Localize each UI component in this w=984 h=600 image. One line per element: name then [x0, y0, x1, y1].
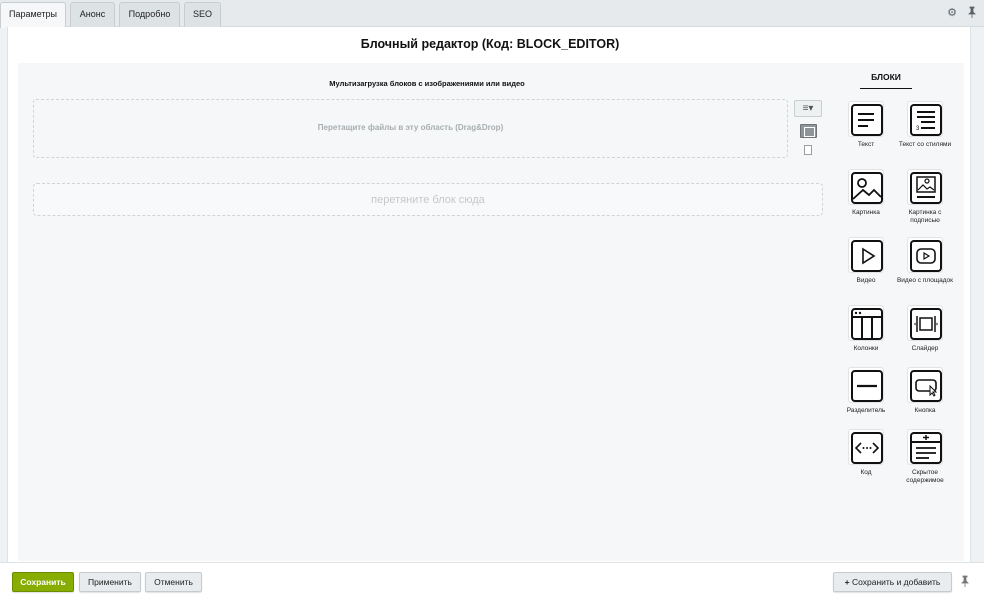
tab-parameters[interactable]: Параметры: [0, 2, 66, 28]
divider-icon: [848, 367, 884, 403]
code-icon: [848, 429, 884, 465]
file-mode-icon[interactable]: [804, 145, 812, 155]
apply-button[interactable]: Применить: [79, 572, 141, 592]
file-dropzone[interactable]: Перетащите файлы в эту область (Drag&Dro…: [33, 99, 788, 158]
block-button[interactable]: Кнопка: [894, 367, 956, 415]
save-button[interactable]: Сохранить: [12, 572, 74, 592]
cancel-button[interactable]: Отменить: [145, 572, 202, 592]
menu-dropdown-icon[interactable]: ≡▾: [794, 100, 822, 117]
block-styled-text[interactable]: 3 Текст со стилями: [894, 101, 956, 149]
block-drop-area[interactable]: перетяните блок сюда: [33, 183, 823, 216]
block-video[interactable]: Видео: [835, 237, 897, 285]
block-code[interactable]: Код: [835, 429, 897, 477]
editor-frame: Блочный редактор (Код: BLOCK_EDITOR) Мул…: [7, 27, 971, 562]
svg-text:3: 3: [916, 126, 920, 132]
video-platform-icon: [907, 237, 943, 273]
slider-icon: [907, 305, 943, 341]
dropzone-text: Перетащите файлы в эту область (Drag&Dro…: [317, 123, 504, 132]
hidden-content-icon: [907, 429, 943, 465]
tab-seo[interactable]: SEO: [184, 2, 221, 27]
block-drop-text: перетяните блок сюда: [371, 194, 485, 206]
save-and-add-label: Сохранить и добавить: [851, 577, 941, 587]
block-columns[interactable]: Колонки: [835, 305, 897, 353]
block-image[interactable]: Картинка: [835, 169, 897, 217]
tab-details[interactable]: Подробно: [119, 2, 180, 27]
image-mode-icon[interactable]: [800, 124, 817, 138]
columns-icon: [848, 305, 884, 341]
button-icon: [907, 367, 943, 403]
block-text[interactable]: Текст: [835, 101, 897, 149]
block-image-caption[interactable]: Картинка с подписью: [894, 169, 956, 224]
video-icon: [848, 237, 884, 273]
footer-pin-icon[interactable]: [960, 575, 970, 590]
editor-workspace: Мультизагрузка блоков с изображениями ил…: [18, 63, 964, 561]
blocks-title: БЛОКИ: [860, 72, 912, 89]
plus-icon: +: [844, 577, 852, 587]
multiupload-title: Мультизагрузка блоков с изображениями ил…: [329, 79, 525, 88]
tab-announce[interactable]: Анонс: [70, 2, 115, 27]
block-video-platform[interactable]: Видео с площадок: [894, 237, 956, 285]
tab-bar: Параметры Анонс Подробно SEO ⚙: [0, 0, 984, 28]
editor-title: Блочный редактор (Код: BLOCK_EDITOR): [360, 37, 620, 51]
styled-text-icon: 3: [907, 101, 943, 137]
settings-icon[interactable]: ⚙: [945, 6, 959, 20]
pin-icon[interactable]: [965, 6, 979, 20]
save-and-add-button[interactable]: + Сохранить и добавить: [833, 572, 952, 592]
footer-bar: Сохранить Применить Отменить + Сохранить…: [0, 562, 984, 600]
image-caption-icon: [907, 169, 943, 205]
block-slider[interactable]: Слайдер: [894, 305, 956, 353]
block-divider[interactable]: Разделитель: [835, 367, 897, 415]
text-icon: [848, 101, 884, 137]
block-hidden-content[interactable]: Скрытое содержимое: [894, 429, 956, 484]
image-icon: [848, 169, 884, 205]
